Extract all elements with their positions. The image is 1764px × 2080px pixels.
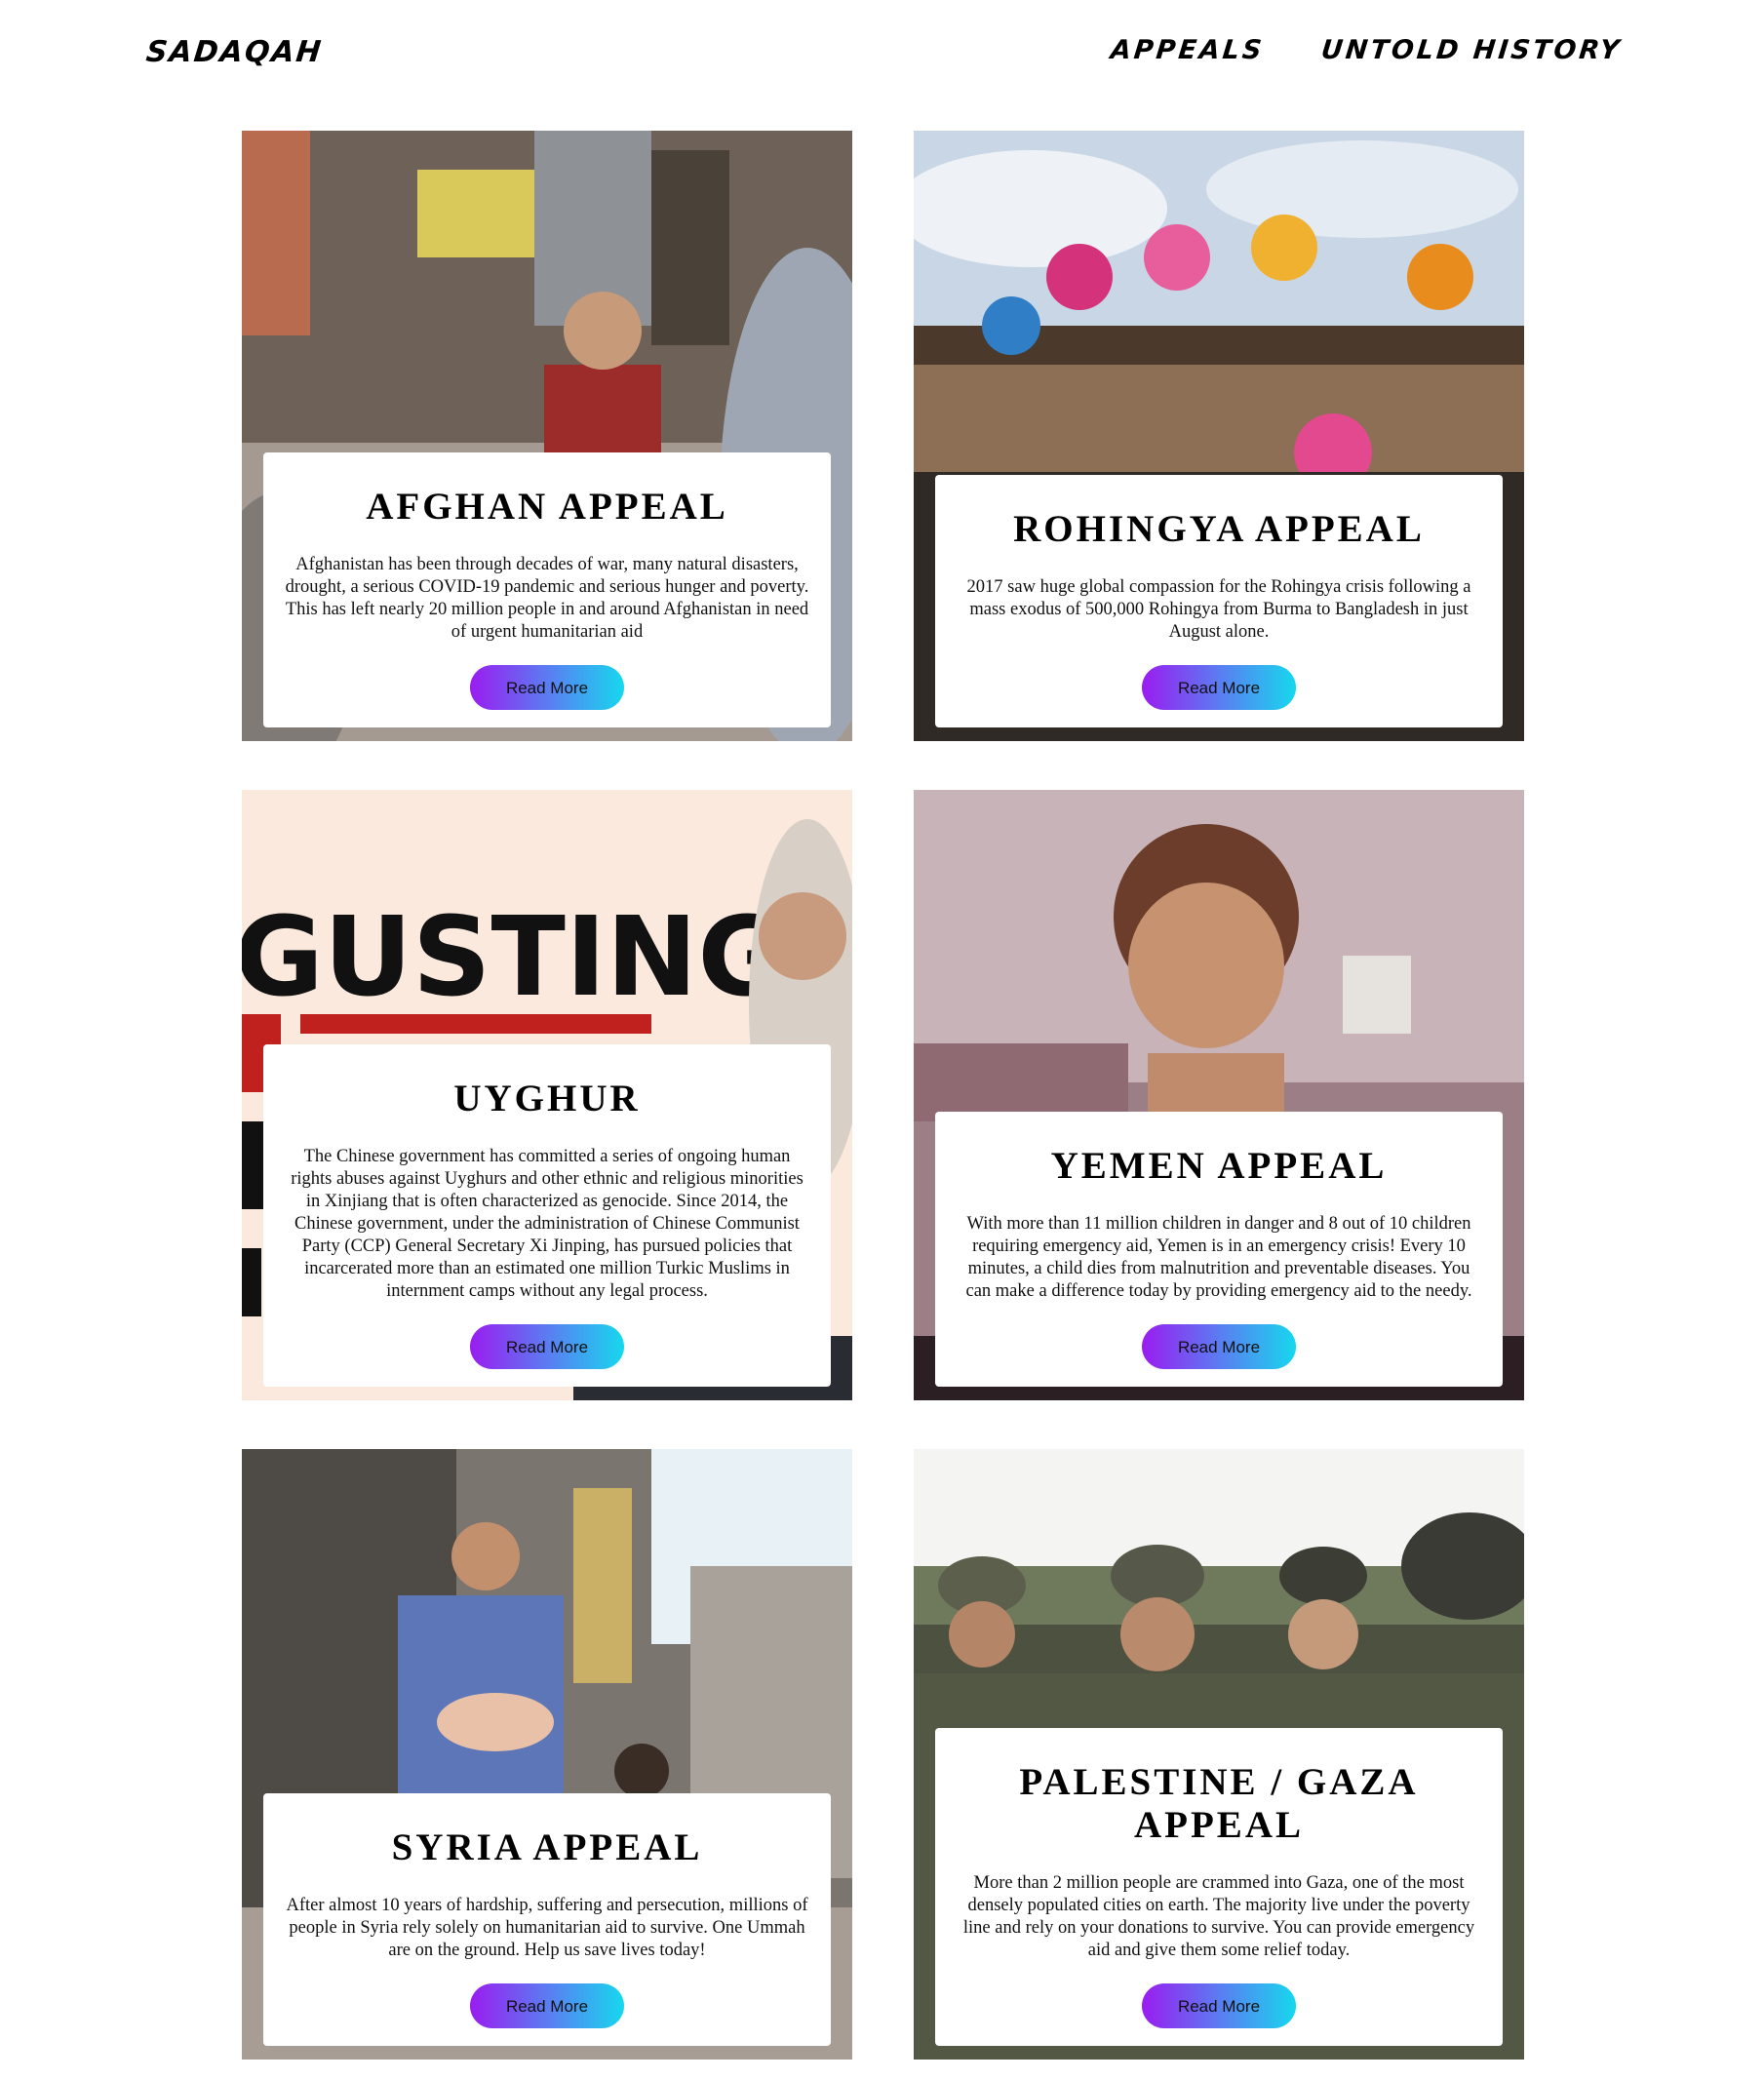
appeals-grid: AFGHAN APPEAL Afghanistan has been throu… [242, 131, 1524, 2060]
appeal-card-syria: SYRIA APPEAL After almost 10 years of ha… [242, 1449, 852, 2060]
nav-link-untold-history[interactable]: UNTOLD HISTORY [1319, 35, 1623, 65]
appeal-panel: YEMEN APPEAL With more than 11 million c… [935, 1112, 1503, 1387]
read-more-button[interactable]: Read More [470, 1983, 624, 2028]
read-more-button[interactable]: Read More [470, 1324, 624, 1369]
appeal-card-yemen: YEMEN APPEAL With more than 11 million c… [914, 790, 1524, 1400]
appeal-panel: SYRIA APPEAL After almost 10 years of ha… [263, 1793, 831, 2046]
appeal-title: PALESTINE / GAZA APPEAL [1019, 1761, 1419, 1846]
appeal-title: UYGHUR [453, 1078, 641, 1119]
nav-link-appeals[interactable]: APPEALS [1110, 35, 1267, 65]
read-more-button[interactable]: Read More [1142, 665, 1296, 710]
site-header: SADAQAH APPEALS UNTOLD HISTORY [0, 0, 1764, 107]
poster-text: GUSTING [242, 894, 787, 1021]
read-more-button[interactable]: Read More [1142, 1324, 1296, 1369]
appeal-description: The Chinese government has committed a s… [291, 1147, 804, 1301]
appeal-title: YEMEN APPEAL [1050, 1145, 1388, 1187]
appeal-title: AFGHAN APPEAL [366, 486, 728, 528]
appeal-panel: AFGHAN APPEAL Afghanistan has been throu… [263, 452, 831, 727]
appeal-panel: PALESTINE / GAZA APPEAL More than 2 mill… [935, 1728, 1503, 2046]
read-more-button[interactable]: Read More [1142, 1983, 1296, 2028]
appeal-panel: ROHINGYA APPEAL 2017 saw huge global com… [935, 475, 1503, 727]
appeal-description: 2017 saw huge global compassion for the … [966, 577, 1471, 642]
appeal-title: SYRIA APPEAL [391, 1826, 703, 1868]
appeal-description: After almost 10 years of hardship, suffe… [286, 1896, 808, 1960]
appeal-description: With more than 11 million children in da… [965, 1214, 1472, 1301]
read-more-button[interactable]: Read More [470, 665, 624, 710]
appeal-card-rohingya: ROHINGYA APPEAL 2017 saw huge global com… [914, 131, 1524, 741]
appeal-title: ROHINGYA APPEAL [1013, 508, 1425, 550]
appeal-card-palestine: PALESTINE / GAZA APPEAL More than 2 mill… [914, 1449, 1524, 2060]
appeal-card-afghan: AFGHAN APPEAL Afghanistan has been throu… [242, 131, 852, 741]
appeal-panel: UYGHUR The Chinese government has commit… [263, 1044, 831, 1387]
appeal-description: Afghanistan has been through decades of … [285, 555, 809, 642]
appeal-card-uyghur: GUSTING UYGHUR The Chinese government ha… [242, 790, 852, 1400]
appeal-description: More than 2 million people are crammed i… [962, 1873, 1475, 1960]
site-logo[interactable]: SADAQAH [144, 35, 324, 69]
main-nav: APPEALS UNTOLD HISTORY [1110, 35, 1624, 65]
